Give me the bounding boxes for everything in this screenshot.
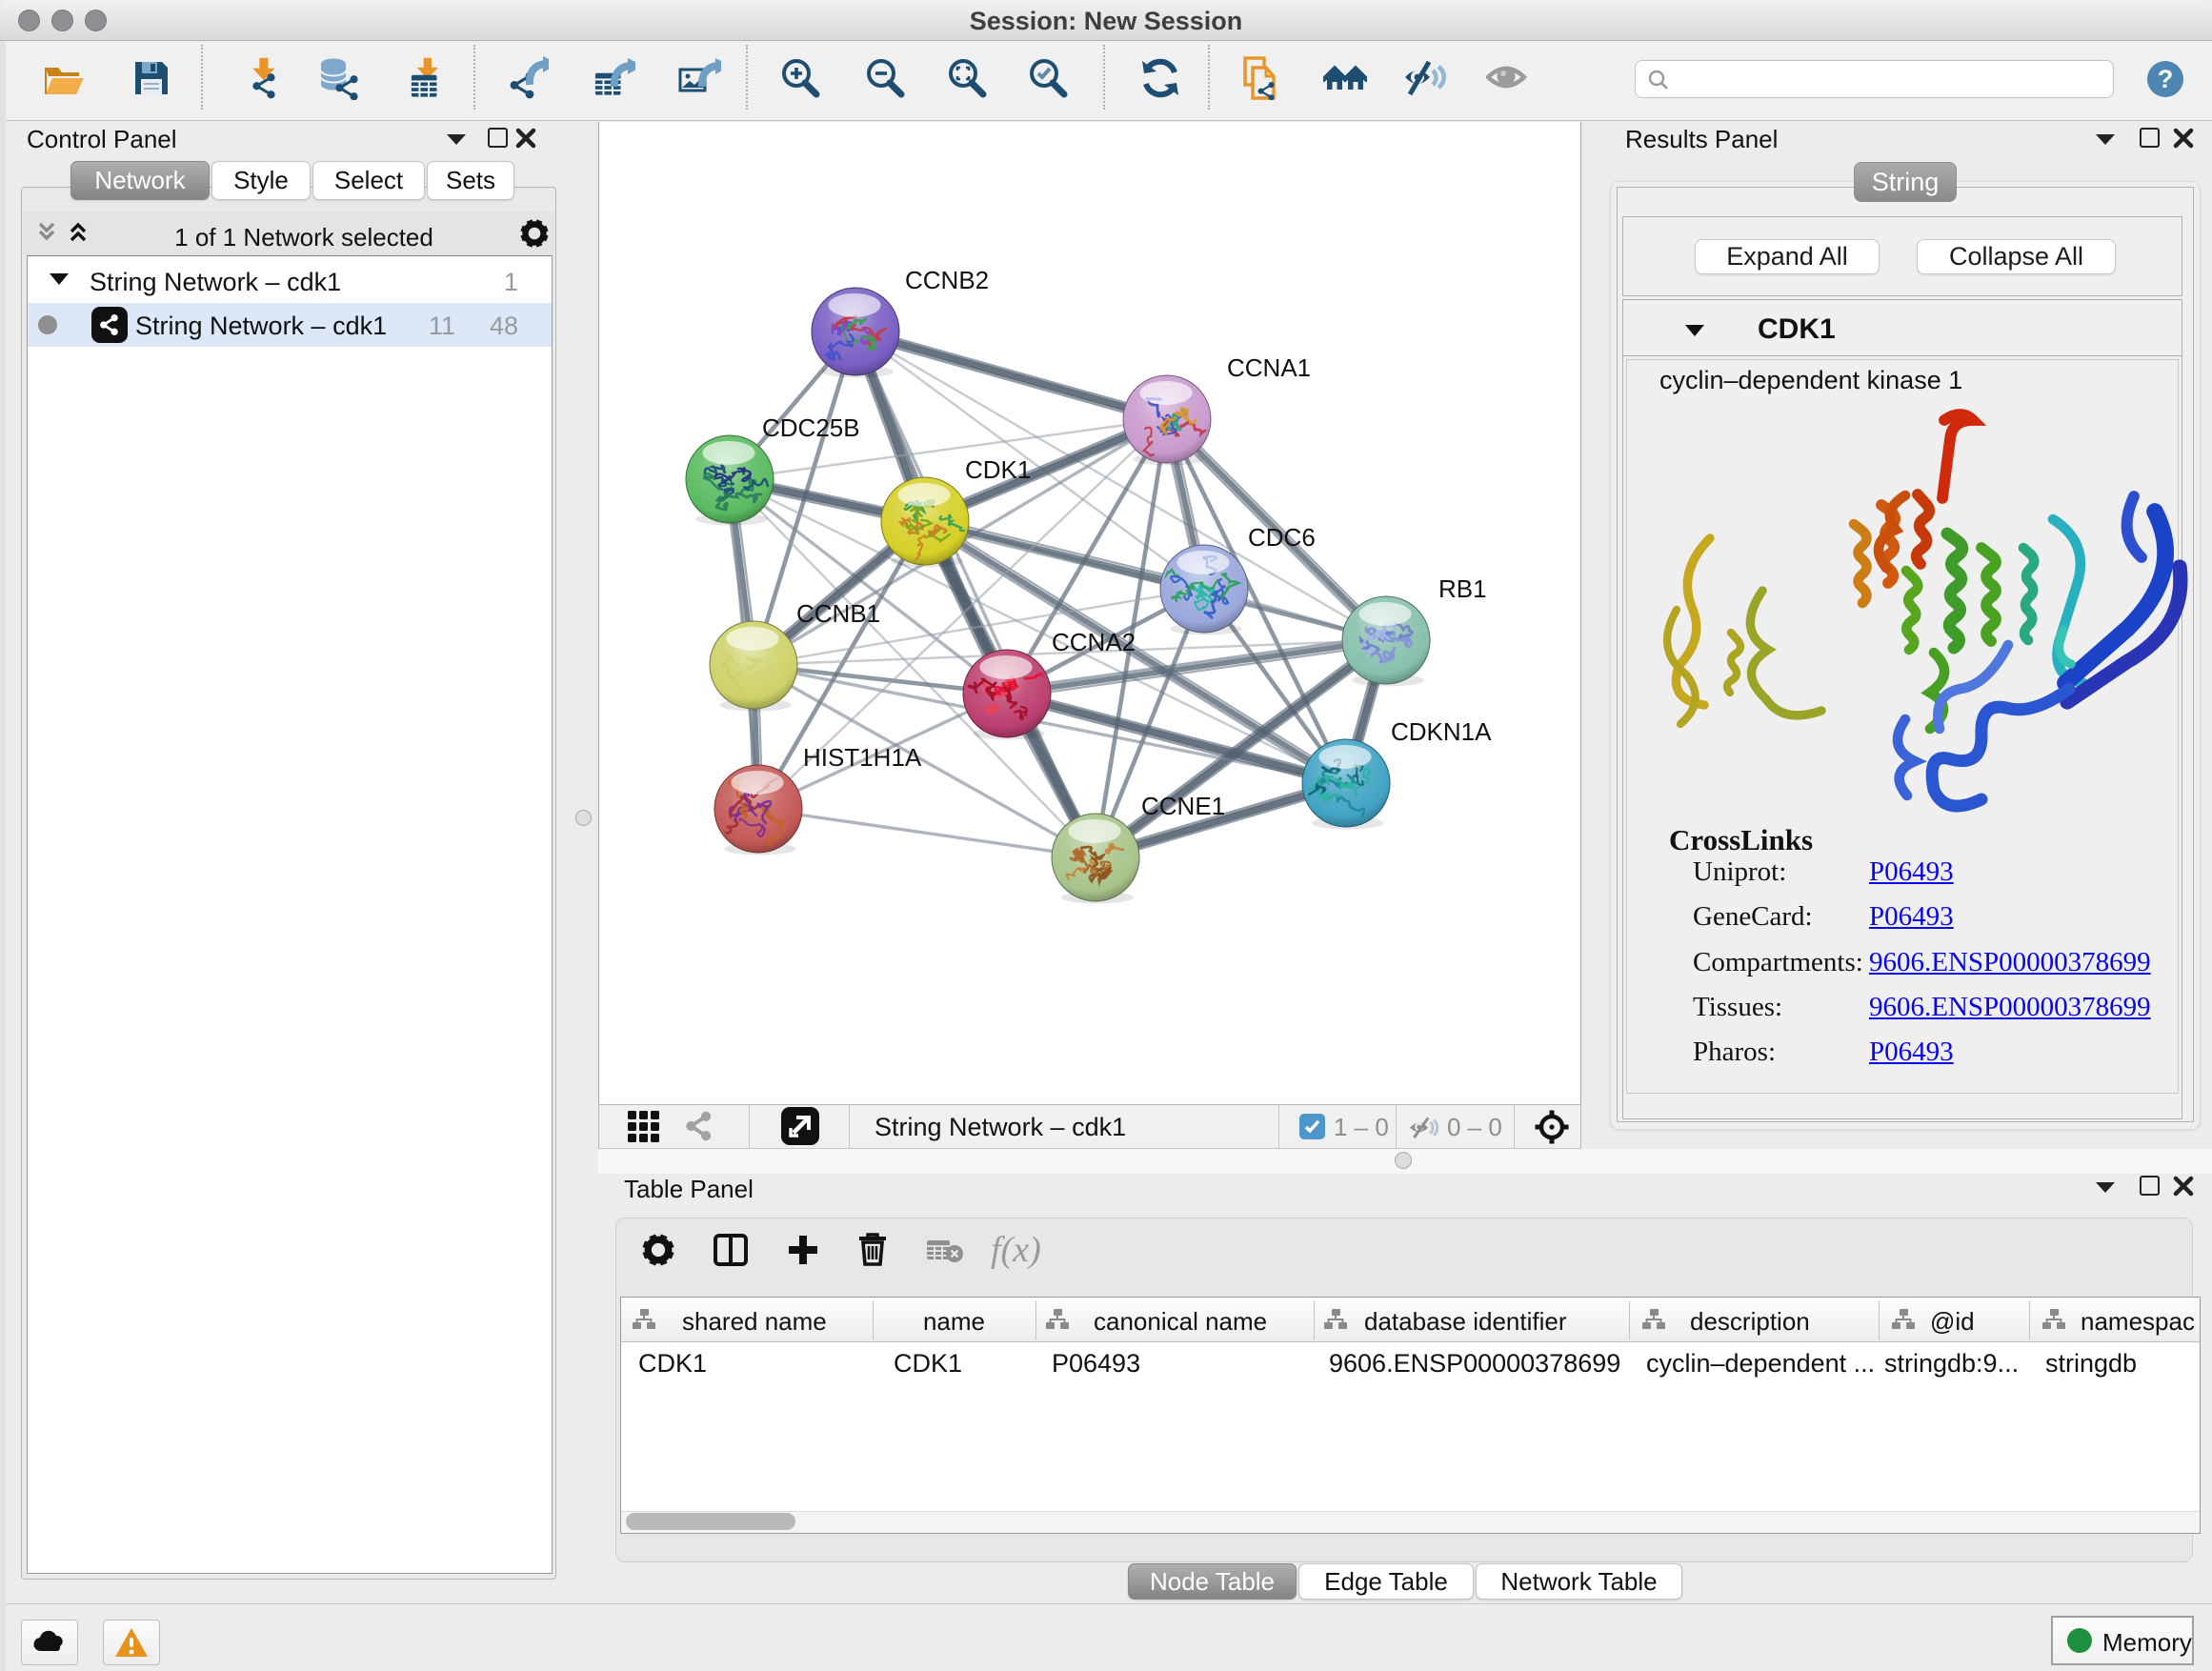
svg-text:CDKN1A: CDKN1A: [1391, 717, 1492, 746]
svg-text:HIST1H1A: HIST1H1A: [803, 743, 922, 772]
svg-text:CCNA1: CCNA1: [1227, 353, 1311, 382]
svg-text:CDC6: CDC6: [1248, 523, 1316, 552]
svg-text:CDC25B: CDC25B: [762, 413, 860, 442]
svg-text:CDK1: CDK1: [965, 455, 1031, 484]
svg-text:CCNE1: CCNE1: [1141, 792, 1225, 820]
svg-text:CCNA2: CCNA2: [1052, 628, 1136, 656]
svg-text:CCNB2: CCNB2: [905, 266, 989, 294]
svg-text:CCNB1: CCNB1: [796, 599, 880, 628]
svg-text:RB1: RB1: [1438, 574, 1487, 603]
